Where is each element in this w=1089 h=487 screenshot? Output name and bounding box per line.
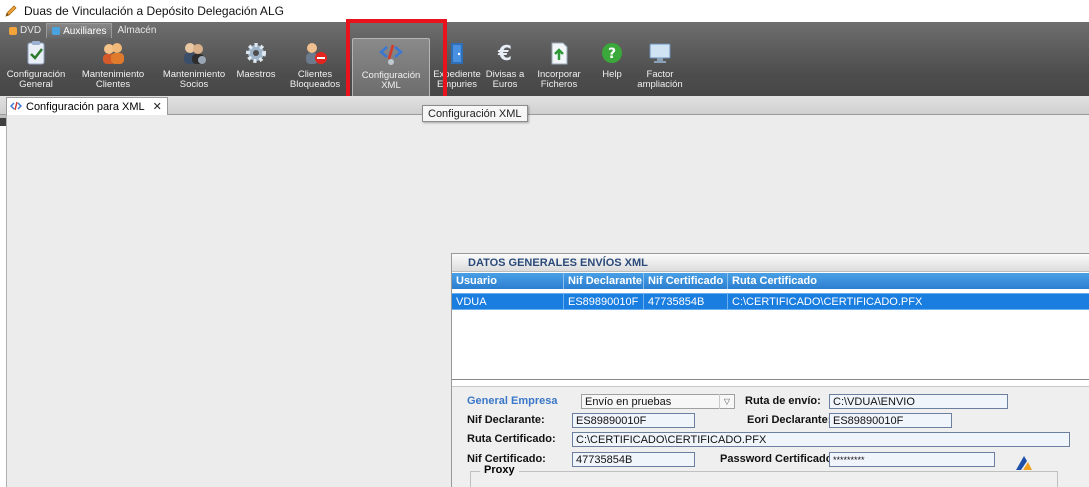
chevron-down-icon[interactable]: ▽ [719,394,734,409]
envio-mode-value: Envío en pruebas [585,395,672,408]
tooltip: Configuración XML [422,105,528,122]
monitor-zoom-icon [649,43,671,63]
aeat-logo-icon [1016,456,1032,470]
tab-configuracion-xml[interactable]: Configuración para XML ✕ [6,97,168,115]
title-bar: Duas de Vinculación a Depósito Delegació… [0,0,1089,22]
column-header-ruta-certificado[interactable]: Ruta Certificado [728,273,1089,289]
mantenimiento-clientes-button[interactable]: Mantenimiento Clientes [68,38,158,98]
gear-icon [246,43,266,63]
cell-usuario: VDUA [452,294,564,309]
tab-label: Configuración para XML [26,100,145,113]
column-header-usuario[interactable]: Usuario [452,273,564,289]
eori-declarante-label: Eori Declarante: [747,414,832,426]
button-label: Maestros [236,69,276,80]
column-header-nif-certificado[interactable]: Nif Certificado [644,273,728,289]
ruta-certificado-label: Ruta Certificado: [467,433,556,445]
cell-nif-declarante: ES89890010F [564,294,644,309]
users-icon [103,43,124,64]
svg-text:?: ? [608,46,616,62]
ribbon-tab-auxiliares[interactable]: Auxiliares [46,23,113,38]
ruta-envio-label: Ruta de envío: [745,395,821,407]
ribbon-tab-label: Auxiliares [63,25,107,37]
button-label: Help [602,69,622,80]
configuracion-general-button[interactable]: Configuración General [4,38,68,98]
button-label: Socios [179,79,209,90]
datos-generales-panel: DATOS GENERALES ENVÍOS XML Usuario Nif D… [451,253,1089,487]
proxy-label: Proxy [480,464,519,476]
divisas-euros-button[interactable]: € Divisas a Euros [484,38,526,98]
clientes-bloqueados-button[interactable]: Clientes Bloqueados [282,38,348,98]
panel-title: DATOS GENERALES ENVÍOS XML [452,254,1089,272]
button-label: ampliación [637,79,683,90]
blocked-user-icon [306,43,327,64]
app-pencil-icon [5,5,17,17]
general-empresa-label: General Empresa [467,395,558,407]
button-label: Clientes [95,79,131,90]
password-certificado-label: Password Certificado: [720,453,837,465]
help-icon: ? [602,43,622,63]
dvd-tab-icon [9,26,17,35]
ribbon-tabs: DVD Auxiliares Almacén [0,22,161,38]
envio-mode-select[interactable]: Envío en pruebas ▽ [581,394,735,409]
eori-declarante-field[interactable]: ES89890010F [829,413,952,428]
ribbon-tab-label: DVD [20,25,42,36]
mantenimiento-socios-button[interactable]: Mantenimiento Socios [158,38,230,98]
auxiliares-tab-icon [52,27,61,35]
ribbon-tab-almacen[interactable]: Almacén [112,23,161,38]
button-label: Euros [492,79,518,90]
incorporar-ficheros-button[interactable]: Incorporar Ficheros [526,38,592,98]
button-label: Empuries [436,79,478,90]
table-row[interactable]: VDUA ES89890010F 47735854B C:\CERTIFICAD… [452,293,1089,310]
button-label: Bloqueados [289,79,341,90]
svg-text:€: € [497,41,512,65]
clipboard-icon [27,41,45,65]
nif-declarante-field[interactable]: ES89890010F [572,413,695,428]
xml-tab-icon [10,101,22,110]
column-header-nif-declarante[interactable]: Nif Declarante [564,273,644,289]
upload-file-icon [551,42,568,65]
toolbar: Configuración General Mantenimiento Clie… [0,38,1089,98]
password-certificado-field[interactable]: ********* [829,452,995,467]
euro-icon: € [497,41,512,65]
button-label: XML [381,80,401,91]
button-label: General [19,79,53,90]
button-label: Ficheros [540,79,578,90]
grid-empty-area [452,311,1089,380]
cell-ruta-certificado: C:\CERTIFICADO\CERTIFICADO.PFX [732,295,923,308]
maestros-button[interactable]: Maestros [230,38,282,98]
close-icon[interactable]: ✕ [153,100,162,113]
partners-icon [184,43,206,64]
configuracion-xml-button[interactable]: Configuración XML [352,38,430,98]
cell-nif-certificado: 47735854B [644,294,728,309]
door-icon [451,43,463,64]
ribbon-tab-dvd[interactable]: DVD [4,23,46,38]
nif-certificado-field[interactable]: 47735854B [572,452,695,467]
window-title: Duas de Vinculación a Depósito Delegació… [24,4,284,18]
grid-header: Usuario Nif Declarante Nif Certificado R… [452,273,1089,289]
proxy-group [470,471,1058,487]
ruta-certificado-field[interactable]: C:\CERTIFICADO\CERTIFICADO.PFX [572,432,1070,447]
ruta-envio-field[interactable]: C:\VDUA\ENVIO [829,394,1008,409]
ribbon-tab-label: Almacén [117,25,157,36]
document-tab-bar: Configuración para XML ✕ [0,96,1089,115]
expediente-empuries-button[interactable]: Expediente Empuries [430,38,484,98]
config-form: General Empresa Envío en pruebas ▽ Ruta … [452,386,1089,487]
help-button[interactable]: ? Help [592,38,632,98]
xml-config-icon [379,44,403,65]
nif-declarante-label: Nif Declarante: [467,414,545,426]
factor-ampliacion-button[interactable]: Factor ampliación [632,38,688,98]
